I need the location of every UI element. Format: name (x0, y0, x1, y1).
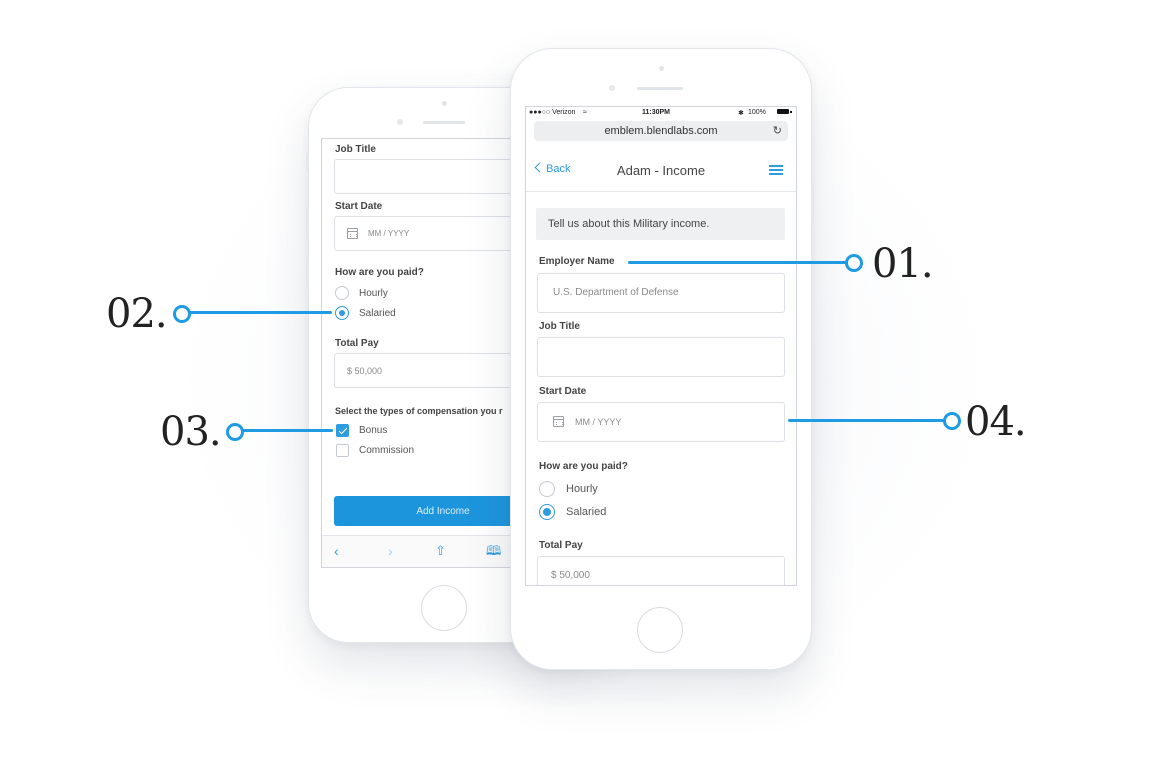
volume-up-button (306, 206, 309, 240)
total-pay-value: $ 50,000 (551, 570, 590, 581)
total-pay-input[interactable]: $ 50,000 (537, 556, 785, 585)
callout-01-dot (845, 254, 863, 272)
url-bar[interactable]: emblem.blendlabs.com ↻ (534, 121, 788, 141)
total-pay-label: Total Pay (539, 540, 583, 551)
checkbox-commission-label: Commission (359, 445, 415, 456)
add-income-button[interactable]: Add Income (334, 496, 522, 526)
radio-hourly-label: Hourly (566, 483, 598, 495)
url-text: emblem.blendlabs.com (604, 125, 718, 137)
calendar-icon (347, 228, 358, 239)
total-pay-input[interactable]: $ 50,000 (334, 353, 521, 388)
radio-salaried[interactable] (539, 504, 555, 520)
mute-switch (306, 153, 309, 171)
calendar-icon (553, 416, 564, 427)
pay-question: How are you paid? (335, 267, 424, 278)
volume-down-button (306, 256, 309, 290)
callout-02-dot (173, 305, 191, 323)
radio-salaried[interactable] (335, 306, 349, 320)
start-date-label: Start Date (335, 201, 383, 212)
callout-01-line (628, 261, 850, 264)
start-date-input[interactable]: MM / YYYY (537, 402, 785, 442)
screen-right: ●●●○○ Verizon ≈ 11:30PM ✱ 100% emblem.bl… (525, 106, 797, 586)
status-bar: ●●●○○ Verizon ≈ 11:30PM ✱ 100% (526, 107, 796, 120)
phone-right: ●●●○○ Verizon ≈ 11:30PM ✱ 100% emblem.bl… (510, 48, 814, 670)
callout-03-dot (226, 423, 244, 441)
battery-percent: 100% (748, 109, 766, 116)
front-camera (442, 101, 447, 106)
callout-02-label: 02. (106, 291, 168, 337)
radio-salaried-label: Salaried (566, 506, 607, 518)
page-title: Adam - Income (616, 163, 706, 178)
bluetooth-icon: ✱ (738, 110, 744, 117)
info-banner: Tell us about this Military income. (536, 208, 785, 240)
total-pay-value: $ 50,000 (347, 366, 383, 376)
job-title-label: Job Title (335, 144, 376, 155)
callout-03-line (238, 429, 333, 432)
battery-icon (777, 109, 792, 114)
employer-name-label: Employer Name (539, 256, 615, 267)
employer-name-placeholder: U.S. Department of Defense (553, 287, 679, 298)
reload-icon[interactable]: ↻ (773, 124, 782, 137)
wifi-icon: ≈ (583, 109, 587, 116)
callout-04-line (788, 419, 948, 422)
proximity-sensor (609, 85, 615, 91)
radio-salaried-label: Salaried (359, 308, 396, 319)
power-button (811, 184, 814, 224)
checkbox-bonus[interactable] (336, 424, 349, 437)
earpiece-speaker (423, 121, 465, 124)
callout-04-label: 04. (965, 399, 1027, 445)
back-chevron-icon[interactable]: ‹ (334, 544, 339, 558)
job-title-label: Job Title (539, 321, 580, 332)
bookmarks-icon[interactable]: 🕮 (486, 544, 501, 558)
radio-hourly[interactable] (335, 286, 349, 300)
callout-02-line (185, 311, 332, 314)
checkbox-bonus-label: Bonus (359, 425, 388, 436)
employer-name-input[interactable]: U.S. Department of Defense (537, 273, 785, 313)
screen-left: Job Title Start Date MM / YYYY How are y… (321, 138, 522, 568)
start-date-placeholder: MM / YYYY (368, 229, 410, 238)
callout-03-label: 03. (160, 409, 222, 455)
start-date-placeholder: MM / YYYY (575, 417, 622, 427)
total-pay-label: Total Pay (335, 338, 379, 349)
carrier-text: ●●●○○ Verizon (529, 109, 576, 116)
earpiece-speaker (637, 87, 683, 90)
radio-hourly[interactable] (539, 481, 555, 497)
status-time: 11:30PM (642, 109, 671, 116)
front-camera (659, 66, 664, 71)
home-button (421, 585, 467, 631)
forward-chevron-icon[interactable]: › (388, 544, 393, 558)
start-date-label: Start Date (539, 386, 587, 397)
job-title-input[interactable] (334, 159, 521, 194)
callout-01-label: 01. (872, 241, 934, 287)
home-button (637, 607, 683, 653)
compensation-question: Select the types of compensation you r (335, 406, 503, 416)
pay-question: How are you paid? (539, 461, 628, 472)
share-icon[interactable]: ⇧ (435, 544, 446, 558)
checkbox-commission[interactable] (336, 444, 349, 457)
job-title-input[interactable] (537, 337, 785, 377)
nav-bar: Back Adam - Income (526, 149, 796, 192)
proximity-sensor (397, 119, 403, 125)
hamburger-menu-icon[interactable] (769, 165, 783, 175)
safari-toolbar: ‹ › ⇧ 🕮 (322, 535, 522, 567)
callout-04-dot (943, 412, 961, 430)
radio-hourly-label: Hourly (359, 288, 388, 299)
start-date-input[interactable]: MM / YYYY (334, 216, 521, 251)
